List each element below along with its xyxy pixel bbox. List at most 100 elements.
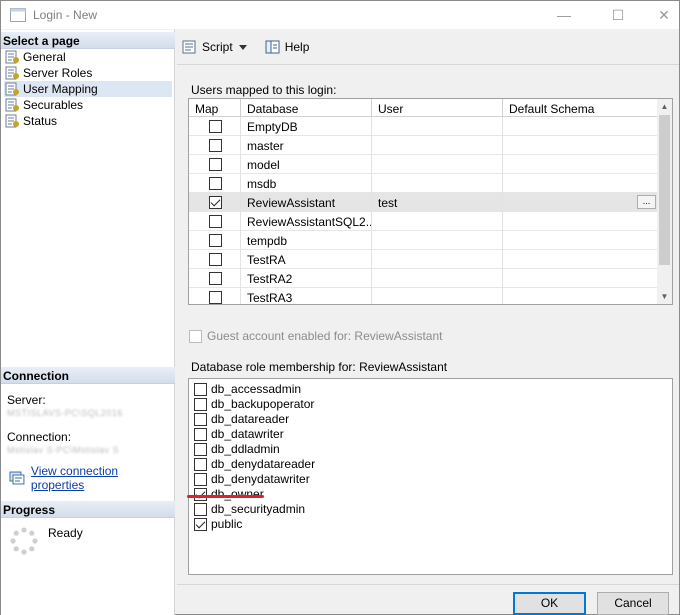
user-cell[interactable] [372,136,503,155]
map-checkbox[interactable] [209,177,222,190]
progress-spinner-icon [10,527,38,555]
user-cell[interactable] [372,231,503,250]
default-schema-cell[interactable] [503,231,659,250]
maximize-button[interactable]: ☐ [595,1,641,29]
default-schema-cell[interactable] [503,288,659,304]
user-cell[interactable] [372,212,503,231]
role-item-db-securityadmin[interactable]: db_securityadmin [192,502,492,517]
server-label: Server: [7,393,46,407]
table-row[interactable]: ReviewAssistantSQL2... [189,212,659,231]
role-item-db-denydatareader[interactable]: db_denydatareader [192,457,492,472]
default-schema-cell[interactable] [503,136,659,155]
role-item-db-datareader[interactable]: db_datareader [192,412,492,427]
close-button[interactable]: ✕ [641,1,680,29]
page-wrench-icon [5,66,19,80]
map-checkbox[interactable] [209,291,222,304]
user-cell[interactable] [372,288,503,304]
table-row[interactable]: model [189,155,659,174]
default-schema-cell[interactable] [503,155,659,174]
table-row[interactable]: msdb [189,174,659,193]
default-schema-cell[interactable] [503,269,659,288]
default-schema-cell[interactable] [503,117,659,136]
column-header-default-schema[interactable]: Default Schema [503,99,659,117]
map-checkbox[interactable] [209,234,222,247]
role-checkbox[interactable] [194,443,207,456]
user-cell[interactable] [372,269,503,288]
table-row[interactable]: TestRA [189,250,659,269]
title-bar[interactable]: Login - New — ☐ ✕ [1,1,679,29]
map-checkbox[interactable] [209,215,222,228]
role-label: public [211,517,243,531]
table-row[interactable]: TestRA2 [189,269,659,288]
user-cell[interactable] [372,174,503,193]
user-cell[interactable] [372,250,503,269]
user-cell[interactable]: test [372,193,503,212]
table-row[interactable]: EmptyDB [189,117,659,136]
login-new-window: Login - New — ☐ ✕ Select a page General … [0,0,680,615]
script-button[interactable]: Script [182,40,251,54]
page-item-general[interactable]: General [4,49,172,65]
role-item-db-ddladmin[interactable]: db_ddladmin [192,442,492,457]
view-connection-link-label: View connection properties [30,464,119,492]
table-row[interactable]: master [189,136,659,155]
role-item-db-datawriter[interactable]: db_datawriter [192,427,492,442]
default-schema-cell[interactable] [503,250,659,269]
map-checkbox[interactable] [209,272,222,285]
role-item-public[interactable]: public [192,517,492,532]
role-checkbox[interactable] [194,518,207,531]
column-header-map[interactable]: Map [189,99,241,117]
default-schema-cell[interactable] [503,174,659,193]
user-cell[interactable] [372,155,503,174]
select-page-header: Select a page [1,32,175,49]
toolbar-divider [177,64,679,65]
page-item-securables[interactable]: Securables [4,97,172,113]
role-checkbox[interactable] [194,413,207,426]
map-checkbox[interactable] [209,253,222,266]
map-cell [189,231,241,250]
bottom-divider [177,584,679,585]
default-schema-cell[interactable] [503,212,659,231]
map-checkbox[interactable] [209,158,222,171]
role-checkbox[interactable] [194,383,207,396]
database-cell: TestRA2 [241,269,372,288]
table-row[interactable]: TestRA3 [189,288,659,304]
role-checkbox[interactable] [194,428,207,441]
users-mapped-grid[interactable]: Map Database User Default Schema EmptyDB… [188,98,673,305]
role-item-db-backupoperator[interactable]: db_backupoperator [192,397,492,412]
user-cell[interactable] [372,117,503,136]
table-row[interactable]: ReviewAssistant test... [189,193,659,212]
minimize-button[interactable]: — [541,1,587,29]
role-label: db_datareader [211,412,290,426]
default-schema-cell[interactable]: ... [503,193,659,212]
ok-button[interactable]: OK [513,592,586,615]
left-pane: Select a page General Server Roles User … [1,30,175,615]
scroll-up-icon[interactable]: ▲ [657,99,672,114]
map-cell [189,269,241,288]
page-item-status[interactable]: Status [4,113,172,129]
role-item-db-accessadmin[interactable]: db_accessadmin [192,382,492,397]
view-connection-properties-link[interactable]: View connection properties [9,464,174,492]
role-checkbox[interactable] [194,473,207,486]
table-row[interactable]: tempdb [189,231,659,250]
role-checkbox[interactable] [194,503,207,516]
map-checkbox[interactable] [209,196,222,209]
browse-schema-button[interactable]: ... [637,195,656,209]
chevron-down-icon[interactable] [238,44,247,50]
role-item-db-denydatawriter[interactable]: db_denydatawriter [192,472,492,487]
column-header-database[interactable]: Database [241,99,372,117]
help-button[interactable]: Help [265,40,309,54]
page-item-server-roles[interactable]: Server Roles [4,65,172,81]
map-checkbox[interactable] [209,139,222,152]
scroll-thumb[interactable] [659,115,670,265]
grid-vertical-scrollbar[interactable]: ▲ ▼ [657,99,672,304]
role-checkbox[interactable] [194,398,207,411]
column-header-user[interactable]: User [372,99,503,117]
map-checkbox[interactable] [209,120,222,133]
role-membership-list[interactable]: db_accessadmin db_backupoperator db_datare… [188,378,673,575]
page-item-user-mapping[interactable]: User Mapping [4,81,172,97]
role-checkbox[interactable] [194,458,207,471]
scroll-down-icon[interactable]: ▼ [657,289,672,304]
db-owner-highlight-underline [187,495,264,498]
connection-header: Connection [1,367,175,384]
cancel-button[interactable]: Cancel [597,592,669,615]
